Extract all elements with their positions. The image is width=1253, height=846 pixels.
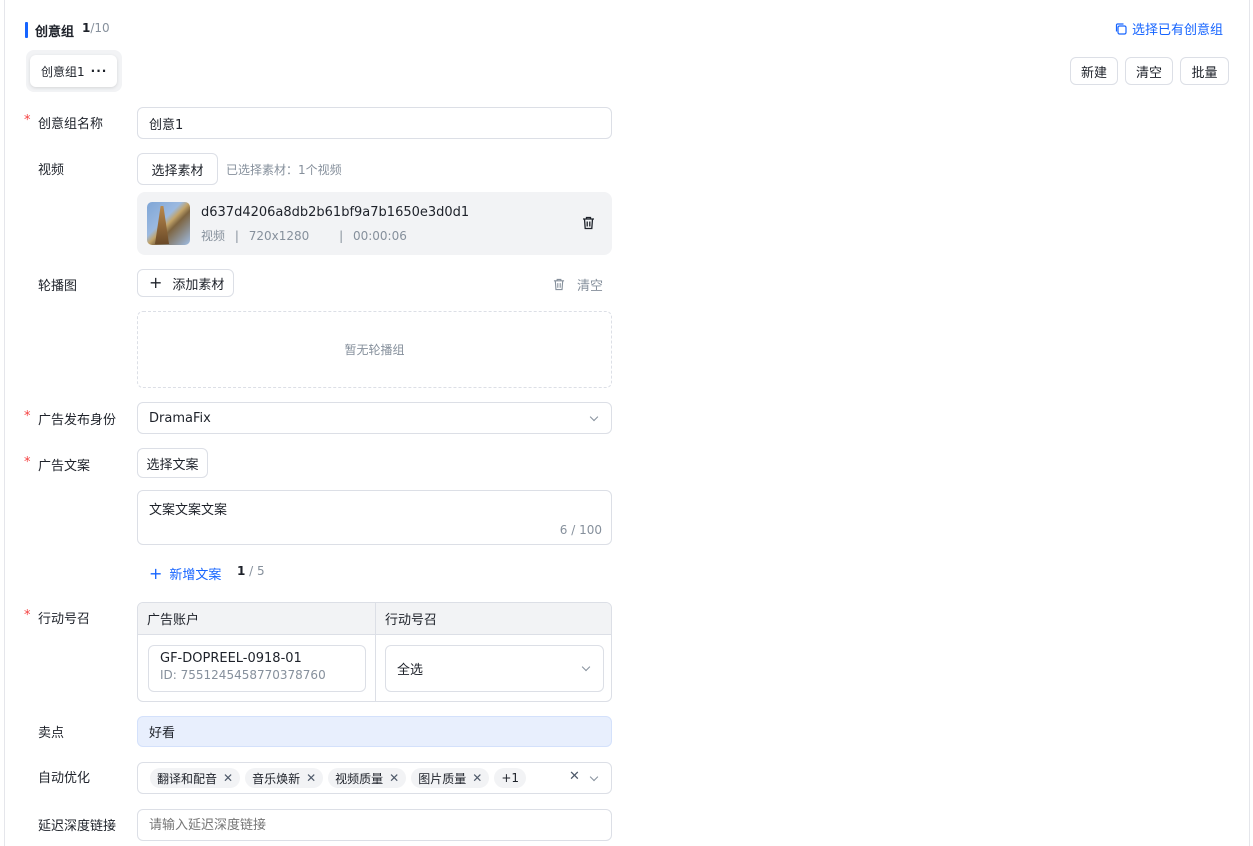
- tag-label: 视频质量: [335, 771, 384, 786]
- deeplink-input[interactable]: [137, 809, 612, 841]
- ad-account-id: ID: 7551245458770378760: [160, 668, 326, 682]
- plus-icon: +: [149, 273, 163, 292]
- tag-video-quality: 视频质量 ✕: [328, 768, 407, 788]
- close-icon[interactable]: ✕: [223, 771, 233, 785]
- required-mark: *: [24, 608, 31, 623]
- select-existing-group-link[interactable]: 选择已有创意组: [1114, 19, 1223, 38]
- section-count-total: /10: [90, 21, 110, 35]
- ad-copy-text: 文案文案文案: [149, 503, 228, 518]
- new-button[interactable]: 新建: [1070, 57, 1118, 85]
- selling-point-value: 好看: [149, 726, 176, 741]
- col-header-account: 广告账户: [138, 603, 375, 635]
- delete-video-icon[interactable]: [582, 216, 595, 230]
- publisher-label: 广告发布身份: [38, 413, 117, 428]
- auto-optimize-select[interactable]: 翻译和配音 ✕ 音乐焕新 ✕ 视频质量 ✕ 图片质量 ✕ +1 ✕: [137, 762, 612, 794]
- meta-separator: |: [339, 229, 344, 243]
- close-icon[interactable]: ✕: [389, 771, 399, 785]
- cta-label: 行动号召: [38, 612, 91, 627]
- auto-optimize-label: 自动优化: [38, 771, 91, 786]
- section-title: 创意组: [35, 25, 75, 40]
- clear-icon[interactable]: ✕: [569, 769, 580, 784]
- trash-icon: [553, 278, 565, 291]
- chevron-down-icon: [589, 772, 599, 782]
- column-divider: [375, 603, 376, 701]
- ad-copy-label: 广告文案: [38, 459, 91, 474]
- tag-label: 音乐焕新: [252, 771, 301, 786]
- cta-select-value: 全选: [397, 663, 424, 678]
- carousel-clear-label: 清空: [577, 279, 604, 294]
- video-resolution: 720x1280: [248, 229, 310, 243]
- ad-account-name: GF-DOPREEL-0918-01: [160, 651, 302, 666]
- more-icon[interactable]: ···: [91, 64, 108, 78]
- video-meta: 视频 | 720x1280 | 00:00:06: [201, 227, 407, 244]
- carousel-empty-area: 暂无轮播组: [137, 311, 612, 388]
- section-accent-bar: [25, 22, 28, 38]
- add-copy-label: 新增文案: [169, 568, 222, 583]
- selling-point-input[interactable]: 好看: [137, 716, 612, 747]
- tag-label: 图片质量: [418, 771, 467, 786]
- chevron-down-icon: [589, 412, 599, 422]
- meta-separator: |: [234, 229, 239, 243]
- group-name-value: 创意1: [149, 117, 184, 133]
- ad-account-field[interactable]: GF-DOPREEL-0918-01 ID: 75512454587703787…: [148, 645, 366, 692]
- group-name-input[interactable]: 创意1: [137, 107, 612, 139]
- copy-count-total: / 5: [245, 564, 265, 578]
- video-type: 视频: [201, 229, 226, 243]
- copy-icon: [1115, 22, 1127, 35]
- required-mark: *: [24, 113, 31, 128]
- add-material-button[interactable]: + 添加素材: [137, 269, 234, 297]
- tab-label: 创意组1: [41, 64, 85, 79]
- select-material-button[interactable]: 选择素材: [137, 153, 218, 185]
- tag-translate-dub: 翻译和配音 ✕: [150, 768, 241, 788]
- video-name: d637d4206a8db2b61bf9a7b1650e3d0d1: [201, 205, 470, 220]
- publisher-select[interactable]: DramaFix: [137, 402, 612, 434]
- copy-count: 1 / 5: [237, 564, 265, 578]
- ad-copy-counter: 6 / 100: [559, 523, 602, 537]
- tag-more-count[interactable]: +1: [494, 768, 527, 788]
- required-mark: *: [24, 409, 31, 424]
- video-thumbnail[interactable]: [147, 202, 190, 245]
- selected-material-info: 已选择素材：1个视频: [226, 163, 342, 177]
- clear-all-button[interactable]: 清空: [1125, 57, 1173, 85]
- carousel-clear-button[interactable]: 清空: [553, 275, 603, 294]
- video-label: 视频: [38, 163, 65, 178]
- chevron-down-icon: [581, 662, 591, 672]
- ad-copy-textarea[interactable]: 文案文案文案 6 / 100: [137, 490, 612, 545]
- select-existing-group-label: 选择已有创意组: [1132, 23, 1224, 38]
- publisher-value: DramaFix: [149, 410, 211, 426]
- selling-point-label: 卖点: [38, 726, 65, 741]
- group-name-label: 创意组名称: [38, 117, 104, 132]
- add-material-label: 添加素材: [172, 277, 225, 293]
- batch-button[interactable]: 批量: [1180, 57, 1229, 85]
- section-count: 1/10: [82, 21, 110, 35]
- close-icon[interactable]: ✕: [472, 771, 482, 785]
- video-duration: 00:00:06: [352, 229, 407, 243]
- plus-icon: +: [149, 563, 163, 583]
- video-item-card: [137, 192, 612, 255]
- cta-select[interactable]: 全选: [385, 645, 604, 692]
- required-mark: *: [24, 455, 31, 470]
- tag-image-quality: 图片质量 ✕: [411, 768, 490, 788]
- tab-creative-group-1[interactable]: 创意组1 ···: [30, 55, 117, 87]
- tag-label: 翻译和配音: [157, 771, 218, 786]
- select-copy-button[interactable]: 选择文案: [137, 448, 208, 478]
- carousel-empty-text: 暂无轮播组: [344, 343, 405, 357]
- col-header-cta: 行动号召: [376, 603, 611, 635]
- carousel-label: 轮播图: [38, 279, 78, 294]
- cta-table: 广告账户 行动号召 GF-DOPREEL-0918-01 ID: 7551245…: [137, 602, 612, 702]
- tag-music-refresh: 音乐焕新 ✕: [245, 768, 324, 788]
- close-icon[interactable]: ✕: [306, 771, 316, 785]
- add-copy-link[interactable]: + 新增文案: [149, 564, 221, 583]
- deeplink-label: 延迟深度链接: [38, 819, 117, 834]
